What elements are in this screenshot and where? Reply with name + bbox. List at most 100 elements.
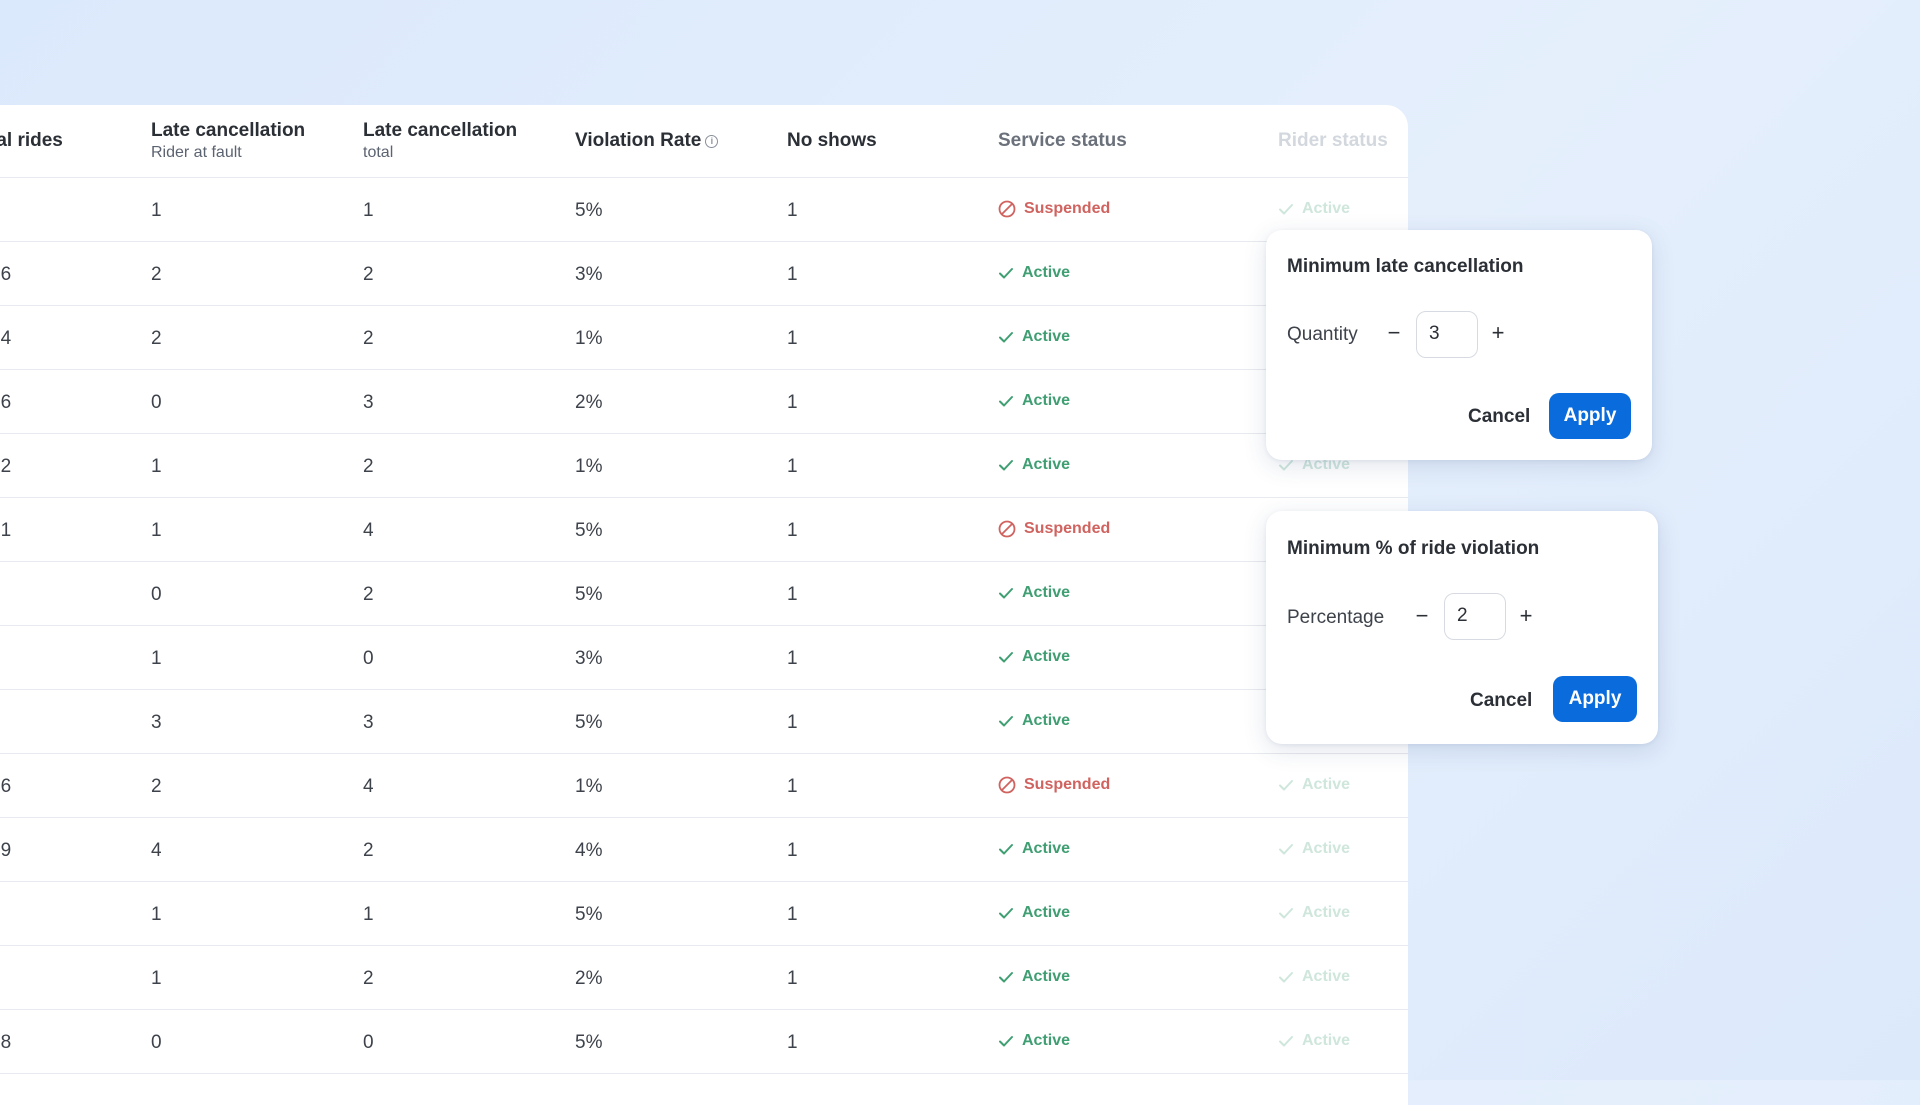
info-icon[interactable]: i <box>705 135 719 148</box>
cell-late-rider: 2 <box>151 328 162 349</box>
rider-status-label: Active <box>1302 1032 1351 1049</box>
table-row[interactable]: 26 2 2 3% 1 Active <box>0 242 1408 306</box>
service-status-label: Active <box>1022 904 1071 921</box>
cell-no-shows: 1 <box>787 712 798 733</box>
table-row[interactable]: 31 1 4 5% 1 Suspended <box>0 498 1408 562</box>
service-status-label: Active <box>1022 264 1071 281</box>
header-rider-status[interactable]: Rider status <box>1278 130 1388 152</box>
table-row[interactable]: 2 1 1 5% 1 Active Active <box>0 882 1408 946</box>
table-row[interactable]: 3 3 3 5% 1 Active <box>0 690 1408 754</box>
rider-status-badge: Active <box>1278 776 1350 794</box>
check-icon <box>1279 844 1293 855</box>
cell-late-rider: 1 <box>151 456 162 477</box>
table-row[interactable]: 4 1 2 2% 1 Active Active <box>0 946 1408 1010</box>
cell-violation-rate: 5% <box>575 1032 603 1053</box>
check-icon <box>999 588 1013 599</box>
check-icon <box>1279 780 1293 791</box>
popover-title: Minimum % of ride violation <box>1287 538 1540 559</box>
header-late-cancellation-total[interactable]: Late cancellation total <box>363 120 517 162</box>
header-service-status[interactable]: Service status <box>998 130 1127 152</box>
cell-violation-rate: 4% <box>575 840 603 861</box>
cell-total-rides: 38 <box>0 1032 12 1053</box>
quantity-label: Quantity <box>1287 324 1358 345</box>
rider-status-badge: Active <box>1278 840 1350 858</box>
table-row[interactable]: 5 1 0 3% 1 Active <box>0 626 1408 690</box>
table-row[interactable]: 38 0 0 5% 1 Active Active <box>0 1010 1408 1074</box>
riders-table: tal rides Late cancellation Rider at fau… <box>0 105 1408 1105</box>
cell-late-rider: 4 <box>151 840 162 861</box>
cell-late-rider: 0 <box>151 584 162 605</box>
rider-status-badge: Active <box>1278 968 1350 986</box>
cell-late-rider: 1 <box>151 520 162 541</box>
header-total-rides[interactable]: tal rides <box>0 130 63 152</box>
rider-status-label: Active <box>1302 776 1351 793</box>
ban-icon <box>998 776 1016 794</box>
apply-button[interactable]: Apply <box>1549 393 1631 439</box>
cell-late-rider: 1 <box>151 200 162 221</box>
cell-late-total: 0 <box>363 1032 374 1053</box>
percentage-increment-button[interactable]: + <box>1516 605 1536 627</box>
cell-violation-rate: 5% <box>575 904 603 925</box>
service-status-badge: Suspended <box>998 776 1110 794</box>
cell-no-shows: 1 <box>787 392 798 413</box>
cell-total-rides: 36 <box>0 776 12 797</box>
rider-status-label: Active <box>1302 200 1351 217</box>
cell-no-shows: 1 <box>787 1032 798 1053</box>
ban-icon <box>998 520 1016 538</box>
table-row[interactable]: 34 2 2 1% 1 Active <box>0 306 1408 370</box>
check-icon <box>999 1036 1013 1047</box>
cell-late-total: 2 <box>363 968 374 989</box>
cell-no-shows: 1 <box>787 648 798 669</box>
cell-total-rides: 26 <box>0 392 12 413</box>
cell-late-rider: 0 <box>151 392 162 413</box>
service-status-label: Active <box>1022 328 1071 345</box>
table-row[interactable]: 3 0 2 5% 1 Active <box>0 562 1408 626</box>
check-icon <box>999 396 1013 407</box>
rider-status-label: Active <box>1302 904 1351 921</box>
header-violation-rate[interactable]: Violation Rate i <box>575 130 719 152</box>
cell-late-rider: 1 <box>151 968 162 989</box>
cell-late-total: 2 <box>363 328 374 349</box>
cell-no-shows: 1 <box>787 968 798 989</box>
service-status-label: Suspended <box>1024 776 1111 793</box>
cell-violation-rate: 3% <box>575 264 603 285</box>
rider-status-badge: Active <box>1278 904 1350 922</box>
ride-violation-filter-popover: Minimum % of ride violation Percentage −… <box>1266 511 1658 744</box>
check-icon <box>1279 908 1293 919</box>
cell-total-rides: 34 <box>0 328 12 349</box>
table-row[interactable]: 36 2 4 1% 1 Suspended Active <box>0 754 1408 818</box>
header-late-total-sub: total <box>363 144 394 161</box>
service-status-badge: Active <box>998 712 1070 730</box>
header-late-cancellation-rider[interactable]: Late cancellation Rider at fault <box>151 120 305 162</box>
check-icon <box>999 652 1013 663</box>
service-status-label: Active <box>1022 840 1071 857</box>
header-violation-rate-label: Violation Rate <box>575 130 702 151</box>
header-no-shows[interactable]: No shows <box>787 130 877 152</box>
rider-status-label: Active <box>1302 968 1351 985</box>
cell-late-rider: 1 <box>151 904 162 925</box>
cell-no-shows: 1 <box>787 456 798 477</box>
quantity-decrement-button[interactable]: − <box>1384 322 1404 344</box>
cell-late-total: 3 <box>363 392 374 413</box>
table-row[interactable]: 32121%1ActiveActive <box>0 434 1408 498</box>
cell-violation-rate: 1% <box>575 328 603 349</box>
header-late-rider-sub: Rider at fault <box>151 144 242 161</box>
cancel-button[interactable]: Cancel <box>1470 690 1532 712</box>
quantity-input[interactable]: 3 <box>1416 311 1478 358</box>
apply-button[interactable]: Apply <box>1553 676 1637 722</box>
cell-late-total: 1 <box>363 904 374 925</box>
service-status-label: Active <box>1022 392 1071 409</box>
percentage-input[interactable]: 2 <box>1444 593 1506 640</box>
service-status-badge: Active <box>998 584 1070 602</box>
cell-no-shows: 1 <box>787 584 798 605</box>
table-row[interactable]: 26 0 3 2% 1 Active <box>0 370 1408 434</box>
percentage-decrement-button[interactable]: − <box>1412 605 1432 627</box>
cell-total-rides: 2 <box>0 904 1 926</box>
cancel-button[interactable]: Cancel <box>1468 406 1530 428</box>
table-row[interactable]: )115%1SuspendedActive <box>0 178 1408 242</box>
header-late-total-title: Late cancellation <box>363 120 518 141</box>
cell-late-rider: 3 <box>151 712 162 733</box>
table-row[interactable]: 19 4 2 4% 1 Active Active <box>0 818 1408 882</box>
rider-status-badge: Active <box>1278 1032 1350 1050</box>
quantity-increment-button[interactable]: + <box>1488 322 1508 344</box>
